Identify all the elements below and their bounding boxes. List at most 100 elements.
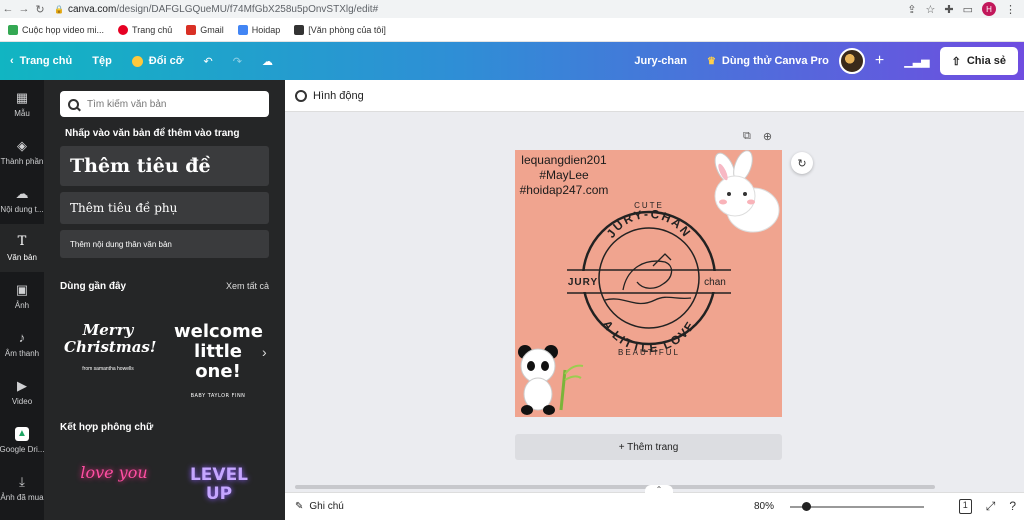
profile-avatar[interactable]: H: [982, 2, 996, 16]
insights-icon[interactable]: ▁▃▅: [894, 42, 939, 80]
add-heading-button[interactable]: Thêm tiêu đề: [60, 146, 269, 186]
elements-icon: ◈: [17, 137, 27, 153]
add-subheading-button[interactable]: Thêm tiêu đề phụ: [60, 192, 269, 224]
duplicate-page-icon[interactable]: ⧉: [743, 130, 751, 143]
add-page-icon[interactable]: ⊕: [763, 130, 772, 143]
side-rail: ▦ Mẫu ◈ Thành phần ☁ Nội dung t... T Văn bản…: [0, 80, 44, 520]
team-name[interactable]: Jury-chan: [624, 42, 697, 80]
search-input[interactable]: Tìm kiếm văn bản: [60, 91, 269, 117]
bookmark-item[interactable]: Trang chủ: [118, 24, 172, 35]
redo-button[interactable]: ↷: [223, 42, 252, 80]
redo-icon: ↷: [232, 55, 242, 68]
rail-item-uploads[interactable]: ☁ Nội dung t...: [0, 176, 44, 224]
rail-label: Âm thanh: [4, 348, 40, 358]
share-button[interactable]: ⇧ Chia sẻ: [939, 47, 1018, 75]
text-template-love-you[interactable]: love you: [74, 464, 154, 482]
design-page[interactable]: lequangdien201 #MayLee #hoidap247.com CU…: [515, 150, 782, 417]
ai-refresh-button[interactable]: ↻: [791, 152, 813, 174]
zoom-slider-knob[interactable]: [801, 502, 811, 511]
cloud-save-icon[interactable]: ☁: [252, 42, 283, 80]
template-text: Merry Christmas!: [64, 321, 157, 356]
logo-right-word: chan: [704, 277, 726, 288]
body-text-label: Thêm nội dung thân văn bản: [70, 239, 172, 249]
text-template-level-up[interactable]: LEVEL UP: [180, 466, 258, 504]
bookmark-item[interactable]: Hoidap: [237, 24, 280, 35]
chevron-left-icon: ‹: [10, 55, 14, 67]
text-icon: T: [17, 234, 27, 249]
reload-icon[interactable]: ↻: [32, 3, 48, 16]
rail-item-video[interactable]: ▶ Video: [0, 368, 44, 416]
bookmark-label: Cuộc họp video mi...: [22, 24, 105, 35]
google-drive-icon: ▲: [15, 426, 29, 441]
bookmark-item[interactable]: [Văn phòng của tôi]: [294, 24, 386, 35]
scrollbar-thumb[interactable]: [295, 485, 935, 489]
add-page-label: + Thêm trang: [618, 441, 679, 453]
rail-label: Nội dung t...: [0, 204, 44, 214]
page-tools: ⧉ ⊕: [743, 130, 772, 143]
help-icon[interactable]: ?: [1009, 499, 1016, 514]
menu-icon[interactable]: ⋮: [1005, 3, 1016, 16]
search-placeholder: Tìm kiếm văn bản: [87, 98, 167, 110]
bookmark-label: [Văn phòng của tôi]: [308, 24, 386, 35]
page-count-icon[interactable]: 1: [958, 499, 972, 514]
fullscreen-icon[interactable]: ⤢: [986, 499, 996, 514]
bookmark-item[interactable]: Cuộc họp video mi...: [8, 24, 105, 35]
star-icon[interactable]: ☆: [926, 3, 936, 16]
address-bar[interactable]: 🔒 canva.com /design/DAFGLGQueMU/f74MfGbX…: [54, 4, 907, 15]
chevron-right-icon[interactable]: ›: [262, 344, 267, 360]
undo-button[interactable]: ↶: [194, 42, 223, 80]
forward-icon[interactable]: →: [16, 3, 32, 15]
rail-item-text[interactable]: T Văn bản: [0, 224, 44, 272]
rail-item-google-drive[interactable]: ▲ Google Dri...: [0, 416, 44, 464]
see-all-link[interactable]: Xem tất cả: [226, 281, 269, 291]
lock-icon: 🔒: [54, 4, 64, 14]
bookmark-label: Gmail: [200, 24, 224, 35]
template-icon: ▦: [15, 89, 29, 105]
file-menu-button[interactable]: Tệp: [82, 42, 122, 80]
context-toolbar: Hình động: [285, 80, 1024, 112]
zoom-value[interactable]: 80%: [754, 501, 774, 512]
add-member-icon[interactable]: +: [865, 42, 894, 80]
rail-item-photos[interactable]: ▣ Ảnh: [0, 272, 44, 320]
photo-icon: ▣: [15, 281, 29, 297]
download-icon: ⤓: [19, 473, 25, 489]
svg-text:JURY-CHAN: JURY-CHAN: [604, 207, 695, 241]
heading-label: Thêm tiêu đề: [70, 155, 211, 177]
sidebar-icon[interactable]: ▭: [963, 3, 973, 16]
rail-item-audio[interactable]: ♪ Âm thanh: [0, 320, 44, 368]
resize-button[interactable]: Đổi cỡ: [122, 42, 194, 80]
animate-button[interactable]: Hình động: [313, 90, 364, 102]
rail-item-templates[interactable]: ▦ Mẫu: [0, 80, 44, 128]
bookmark-item[interactable]: Gmail: [186, 24, 224, 35]
notes-button[interactable]: ✎ Ghi chú: [295, 501, 344, 512]
chevron-up-icon[interactable]: ⌃: [645, 485, 673, 495]
editor-header: ‹ Trang chủ Tệp Đổi cỡ ↶ ↷ ☁ Jury-chan ♛…: [0, 42, 1024, 80]
template-text: welcome little one!: [174, 321, 264, 382]
rail-item-elements[interactable]: ◈ Thành phần: [0, 128, 44, 176]
share-page-icon[interactable]: ⇪: [907, 3, 916, 16]
rail-label: Thành phần: [0, 156, 44, 166]
url-domain: canva.com: [67, 3, 117, 15]
template-subtext: BABY TAYLOR FINN: [190, 393, 246, 399]
extensions-icon[interactable]: ✚: [944, 3, 953, 16]
canvas-workspace: Hình động ⧉ ⊕ lequangdien201 #MayLee #ho…: [285, 80, 1024, 492]
add-body-text-button[interactable]: Thêm nội dung thân văn bản: [60, 230, 269, 258]
zoom-slider[interactable]: [790, 502, 924, 511]
add-page-button[interactable]: + Thêm trang: [515, 434, 782, 460]
bunny-sticker[interactable]: [695, 150, 782, 240]
editor-footer: ⌃ ✎ Ghi chú 80% 1 ⤢ ?: [285, 485, 1024, 520]
template-text: LEVEL UP: [189, 465, 249, 504]
avatar[interactable]: [838, 48, 865, 74]
back-icon[interactable]: ←: [0, 3, 16, 15]
home-button[interactable]: ‹ Trang chủ: [0, 42, 82, 80]
file-label: Tệp: [92, 55, 112, 67]
coin-icon: [131, 55, 143, 67]
text-template-merry-christmas[interactable]: Merry Christmas! from samantha howells: [64, 322, 156, 378]
panda-sticker[interactable]: [515, 340, 595, 417]
try-pro-button[interactable]: ♛ Dùng thử Canva Pro: [697, 42, 839, 80]
bookmark-favicon-icon: [294, 24, 305, 35]
text-template-welcome[interactable]: welcome little one! BABY TAYLOR FINN: [174, 321, 264, 406]
bookmark-favicon-icon: [8, 24, 18, 35]
share-label: Chia sẻ: [966, 55, 1006, 67]
rail-item-purchased[interactable]: ⤓ Ảnh đã mua: [0, 464, 44, 512]
